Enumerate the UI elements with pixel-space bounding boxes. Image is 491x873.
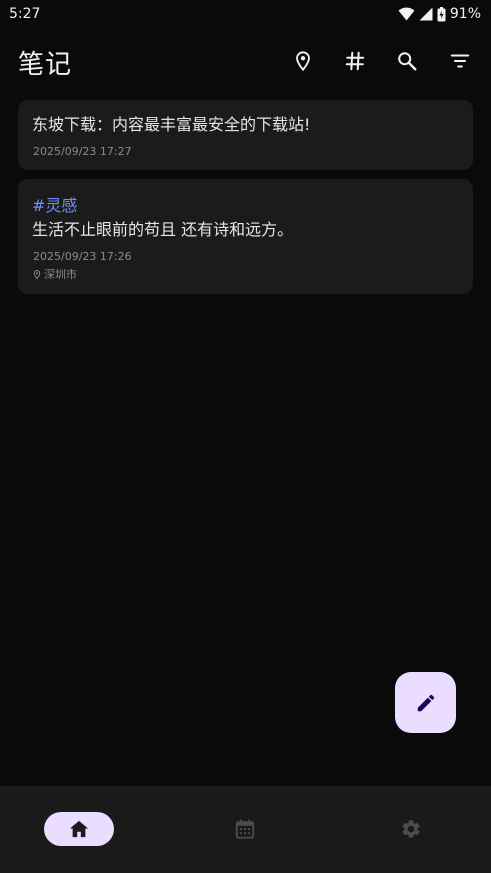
note-location-label: 深圳市 <box>44 268 77 281</box>
page-title: 笔记 <box>18 50 73 80</box>
filter-icon <box>450 54 470 68</box>
status-icons: 91% <box>398 6 481 22</box>
note-content: 东坡下载：内容最丰富最安全的下载站! <box>32 115 311 134</box>
tag-filter-button[interactable] <box>340 46 370 76</box>
home-icon <box>69 820 89 838</box>
calendar-icon <box>235 819 255 839</box>
status-bar: 5:27 91% <box>0 0 491 28</box>
wifi-icon <box>398 7 415 21</box>
edit-icon <box>417 694 434 711</box>
search-icon <box>398 52 417 71</box>
nav-calendar[interactable] <box>222 812 268 846</box>
note-time: 2025/09/23 17:26 <box>33 250 132 263</box>
location-icon <box>296 51 310 72</box>
note-time: 2025/09/23 17:27 <box>33 145 132 158</box>
location-filter-button[interactable] <box>288 46 318 76</box>
notes-list: 东坡下载：内容最丰富最安全的下载站! 2025/09/23 17:27 #灵感 … <box>18 100 473 303</box>
bottom-navigation <box>0 786 491 873</box>
note-card[interactable]: 东坡下载：内容最丰富最安全的下载站! 2025/09/23 17:27 <box>18 100 473 170</box>
filter-button[interactable] <box>445 46 475 76</box>
new-note-button[interactable] <box>395 672 456 733</box>
hashtag-icon <box>345 51 365 71</box>
note-tag[interactable]: #灵感 <box>32 192 459 216</box>
location-pin-icon <box>33 269 41 279</box>
battery-percent: 91% <box>449 6 481 22</box>
nav-home[interactable] <box>44 812 114 846</box>
battery-icon <box>437 6 446 22</box>
app-bar: 笔记 <box>0 36 491 86</box>
signal-icon <box>419 7 433 21</box>
settings-icon <box>402 820 420 838</box>
status-time: 5:27 <box>9 6 41 22</box>
nav-settings[interactable] <box>388 812 434 846</box>
note-location: 深圳市 <box>32 266 459 282</box>
note-card[interactable]: #灵感 生活不止眼前的苟且 还有诗和远方。 2025/09/23 17:26 深… <box>18 179 473 294</box>
search-button[interactable] <box>392 46 422 76</box>
note-content: 生活不止眼前的苟且 还有诗和远方。 <box>32 220 294 239</box>
